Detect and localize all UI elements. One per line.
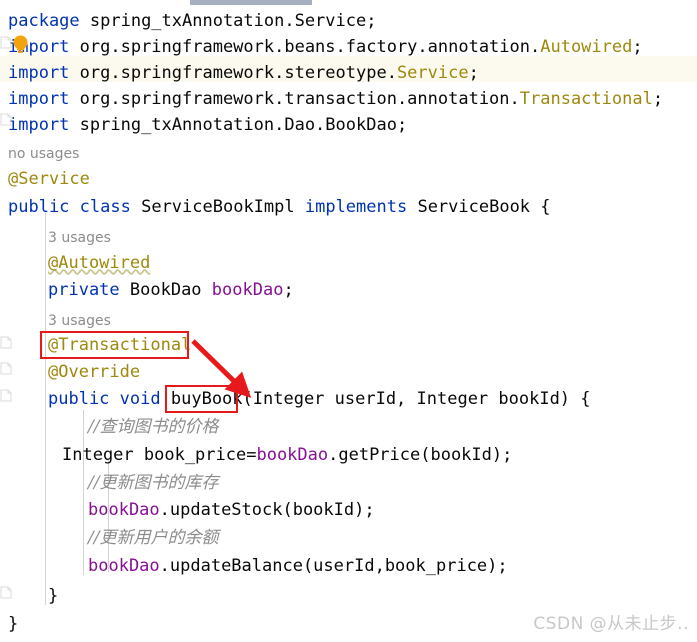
folding-end-icon[interactable]	[0, 586, 12, 599]
code-token: Integer book_price=	[62, 445, 257, 465]
code-line[interactable]: Integer book_price=bookDao.getPrice(book…	[0, 442, 697, 468]
box-buybook	[165, 385, 238, 413]
code-token: Service	[396, 63, 469, 83]
code-line[interactable]: bookDao.updateStock(bookId);	[0, 497, 697, 523]
code-line[interactable]: }	[0, 583, 697, 609]
code-token: ServiceBookImpl	[130, 197, 305, 217]
code-line[interactable]: import org.springframework.transaction.a…	[0, 86, 697, 112]
code-token: }	[8, 614, 19, 634]
code-token: (Integer userId, Integer bookId) {	[242, 389, 591, 409]
code-token: ;	[652, 89, 664, 109]
method-marker-icon[interactable]	[0, 336, 12, 349]
code-token: package	[8, 11, 80, 31]
code-token: //更新用户的余额	[88, 528, 219, 548]
code-token: spring_txAnnotation.Dao.BookDao;	[69, 115, 408, 135]
code-token: spring_txAnnotation.Service;	[79, 11, 377, 31]
code-token: .updateStock(bookId);	[159, 500, 375, 520]
editor-surface[interactable]: no usages 3 usages 3 usages package spring_…	[0, 0, 697, 642]
collapse-folding-icon[interactable]	[0, 113, 12, 126]
code-line[interactable]: bookDao.updateBalance(userId,book_price)…	[0, 553, 697, 579]
box-transactional	[40, 331, 189, 359]
code-line[interactable]: package spring_txAnnotation.Service;	[0, 8, 697, 34]
code-line[interactable]: //查询图书的价格	[0, 414, 697, 440]
code-line[interactable]: public class ServiceBookImpl implements …	[0, 194, 697, 220]
code-token: //更新图书的库存	[88, 473, 219, 493]
code-token: bookDao	[256, 445, 329, 465]
usages-hint[interactable]: 3 usages	[48, 227, 111, 249]
code-token: .getPrice(bookId);	[328, 445, 513, 465]
usages-hint[interactable]: 3 usages	[48, 310, 111, 332]
usages-hint[interactable]: no usages	[8, 143, 79, 165]
code-token: org.springframework.transaction.annotati…	[69, 89, 520, 109]
code-token: bookDao	[88, 556, 160, 576]
code-token: Transactional	[519, 89, 653, 109]
code-line[interactable]: import org.springframework.beans.factory…	[0, 34, 697, 60]
code-token: bookDao	[211, 280, 284, 300]
code-token: import	[8, 63, 70, 83]
code-token: class	[79, 197, 131, 217]
code-editor-screenshot: no usages 3 usages 3 usages package spring_…	[0, 0, 697, 642]
code-token: ;	[632, 37, 643, 57]
code-line[interactable]: @Autowired	[0, 250, 697, 276]
code-token: @Override	[48, 362, 141, 382]
code-line[interactable]: //更新图书的库存	[0, 470, 697, 496]
code-token: import	[8, 89, 70, 109]
intention-bulb-icon[interactable]	[12, 35, 29, 54]
code-token: .updateBalance(userId,book_price);	[159, 556, 508, 576]
code-token: public	[48, 389, 110, 409]
code-token: ServiceBook {	[407, 197, 551, 217]
expand-folding-icon[interactable]	[0, 36, 12, 49]
code-line[interactable]: @Override	[0, 359, 697, 385]
code-line[interactable]: //更新用户的余额	[0, 525, 697, 551]
code-token: bookDao	[88, 500, 160, 520]
code-token: @Service	[8, 169, 90, 189]
code-token: ;	[468, 63, 479, 83]
code-token: @Autowired	[48, 253, 151, 273]
code-token: private	[48, 280, 120, 300]
code-token: org.springframework.stereotype.	[69, 63, 397, 83]
code-line[interactable]: import spring_txAnnotation.Dao.BookDao;	[0, 112, 697, 138]
code-line[interactable]: import org.springframework.stereotype.Se…	[0, 60, 697, 86]
code-token: void	[119, 389, 161, 409]
code-token: implements	[304, 197, 408, 217]
method-marker-icon[interactable]	[0, 389, 12, 402]
code-token: public	[8, 197, 70, 217]
code-line[interactable]: private BookDao bookDao;	[0, 277, 697, 303]
implementing-method-icon[interactable]	[0, 362, 12, 375]
code-line[interactable]: @Service	[0, 166, 697, 192]
code-token: }	[48, 586, 59, 606]
code-token: BookDao	[119, 280, 212, 300]
code-token: ;	[283, 280, 294, 300]
csdn-watermark: CSDN @从未止步..	[533, 614, 689, 634]
code-token: import	[8, 115, 70, 135]
code-token: //查询图书的价格	[88, 417, 219, 437]
code-line[interactable]: public void buyBook(Integer userId, Inte…	[0, 386, 697, 412]
code-token: Autowired	[540, 37, 633, 57]
code-token: org.springframework.beans.factory.annota…	[69, 37, 541, 57]
